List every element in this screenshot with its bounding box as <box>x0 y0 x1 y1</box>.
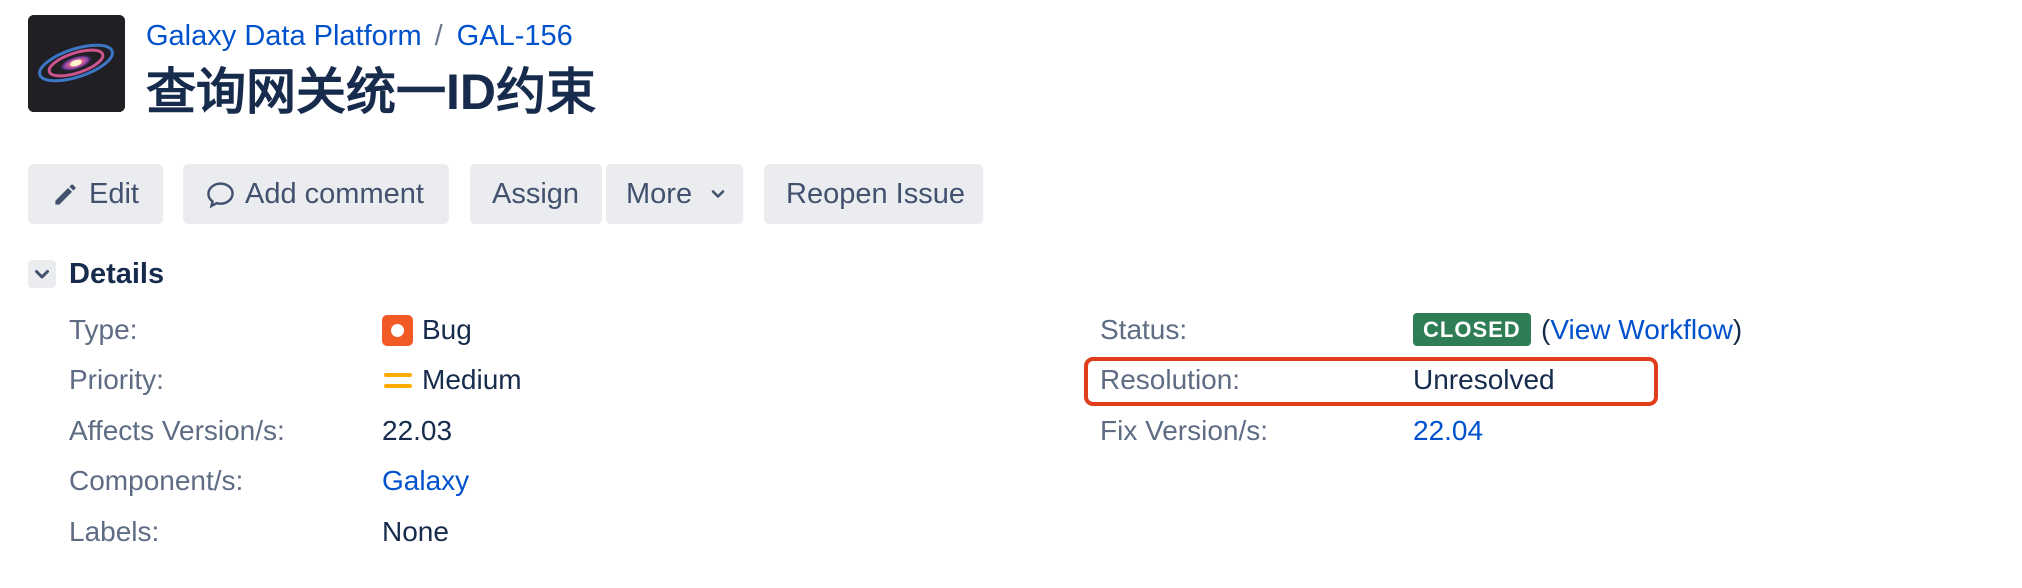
breadcrumb-separator: / <box>434 20 443 52</box>
labels-value: None <box>382 516 449 547</box>
labels-label: Labels: <box>69 516 160 547</box>
fix-version-link[interactable]: 22.04 <box>1413 413 1483 449</box>
bug-icon <box>382 315 413 346</box>
component-link[interactable]: Galaxy <box>382 463 469 499</box>
status-workflow: (View Workflow) <box>1541 312 1742 348</box>
comment-bubble-icon <box>207 182 234 208</box>
breadcrumb-project-link[interactable]: Galaxy Data Platform <box>146 20 422 52</box>
more-button-label: More <box>626 178 693 210</box>
paren-close: ) <box>1732 314 1743 345</box>
assign-button-label: Assign <box>492 178 580 210</box>
priority-value: Medium <box>422 364 522 395</box>
reopen-issue-button-label: Reopen Issue <box>786 178 965 210</box>
details-heading[interactable]: Details <box>69 256 164 292</box>
project-avatar[interactable] <box>28 15 125 112</box>
affects-version-label: Affects Version/s: <box>69 415 285 446</box>
more-button[interactable]: More <box>606 164 743 224</box>
component-label: Component/s: <box>69 465 244 496</box>
status-label: Status: <box>1100 314 1188 345</box>
resolution-value: Unresolved <box>1413 364 1555 395</box>
pencil-icon <box>55 184 76 205</box>
add-comment-button-label: Add comment <box>245 178 424 210</box>
view-workflow-link[interactable]: View Workflow <box>1550 314 1733 345</box>
paren-open: ( <box>1541 314 1551 345</box>
breadcrumb: Galaxy Data Platform / GAL-156 <box>146 18 573 54</box>
type-label: Type: <box>69 314 138 345</box>
issue-title[interactable]: 查询网关统一ID约束 <box>146 60 596 124</box>
priority-label: Priority: <box>69 364 164 395</box>
affects-version-value: 22.03 <box>382 415 453 446</box>
breadcrumb-issue-key-link[interactable]: GAL-156 <box>457 20 573 52</box>
priority-medium-icon <box>384 370 412 392</box>
edit-button-label: Edit <box>89 178 139 210</box>
edit-button[interactable]: Edit <box>28 164 163 224</box>
fix-version-label: Fix Version/s: <box>1100 415 1269 446</box>
chevron-down-icon <box>35 270 49 279</box>
details-collapse-toggle[interactable] <box>28 260 56 288</box>
type-value: Bug <box>422 314 472 345</box>
add-comment-button[interactable]: Add comment <box>183 164 449 224</box>
resolution-label: Resolution: <box>1100 364 1241 395</box>
assign-button[interactable]: Assign <box>470 164 602 224</box>
status-badge: CLOSED <box>1413 313 1531 346</box>
reopen-issue-button[interactable]: Reopen Issue <box>764 164 983 224</box>
galaxy-avatar-icon <box>28 15 125 112</box>
chevron-down-icon <box>711 190 725 198</box>
